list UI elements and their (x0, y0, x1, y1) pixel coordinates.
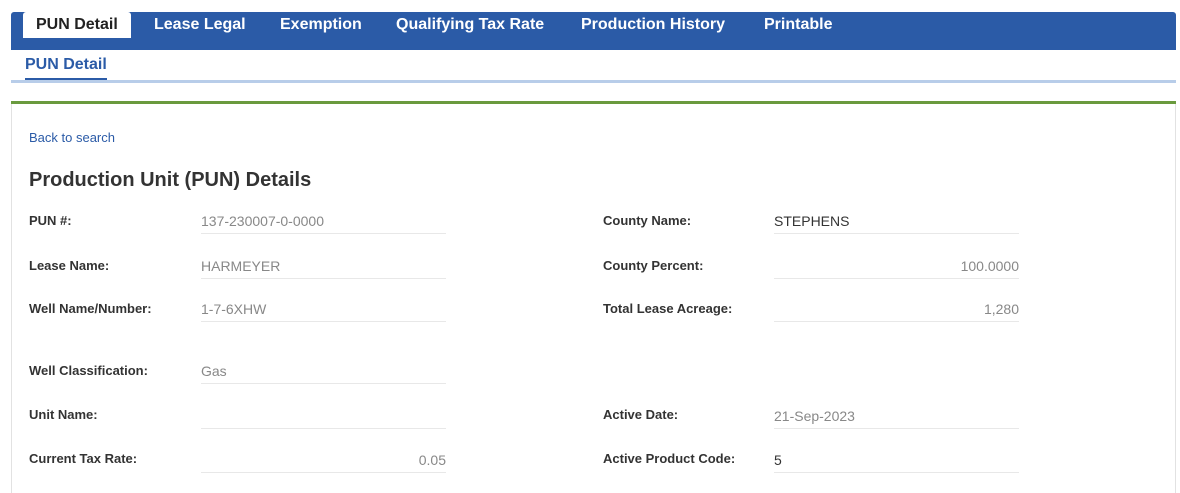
back-to-search-link[interactable]: Back to search (29, 130, 115, 145)
tab-qualifying-tax-rate[interactable]: Qualifying Tax Rate (396, 12, 544, 38)
tab-production-history[interactable]: Production History (581, 12, 725, 38)
unit-name-value (201, 404, 446, 429)
current-tax-rate-value: 0.05 (201, 448, 446, 473)
active-product-code-label: Active Product Code: (603, 451, 736, 466)
county-percent-label: County Percent: (603, 258, 704, 273)
unit-name-label: Unit Name: (29, 407, 98, 422)
county-name-value: STEPHENS (774, 209, 1019, 234)
lease-name-label: Lease Name: (29, 258, 110, 273)
county-percent-value: 100.0000 (774, 254, 1019, 279)
well-name-value: 1-7-6XHW (201, 297, 446, 322)
well-classification-value: Gas (201, 359, 446, 384)
subtab-divider (11, 80, 1176, 83)
county-name-label: County Name: (603, 213, 692, 228)
pun-number-value: 137-230007-0-0000 (201, 209, 446, 234)
tab-exemption[interactable]: Exemption (280, 12, 362, 38)
lease-name-value: HARMEYER (201, 254, 446, 279)
tab-pun-detail[interactable]: PUN Detail (23, 12, 131, 38)
active-date-value: 21-Sep-2023 (774, 404, 1019, 429)
well-name-label: Well Name/Number: (29, 301, 152, 316)
well-classification-label: Well Classification: (29, 363, 148, 378)
tab-printable[interactable]: Printable (764, 12, 832, 38)
active-date-label: Active Date: (603, 407, 679, 422)
total-lease-acreage-value: 1,280 (774, 297, 1019, 322)
page-title: Production Unit (PUN) Details (29, 169, 312, 191)
pun-number-label: PUN #: (29, 213, 72, 228)
subtab-pun-detail[interactable]: PUN Detail (25, 56, 107, 81)
active-product-code-value: 5 (774, 448, 1019, 473)
tab-lease-legal[interactable]: Lease Legal (154, 12, 246, 38)
total-lease-acreage-label: Total Lease Acreage: (603, 301, 733, 316)
current-tax-rate-label: Current Tax Rate: (29, 451, 138, 466)
